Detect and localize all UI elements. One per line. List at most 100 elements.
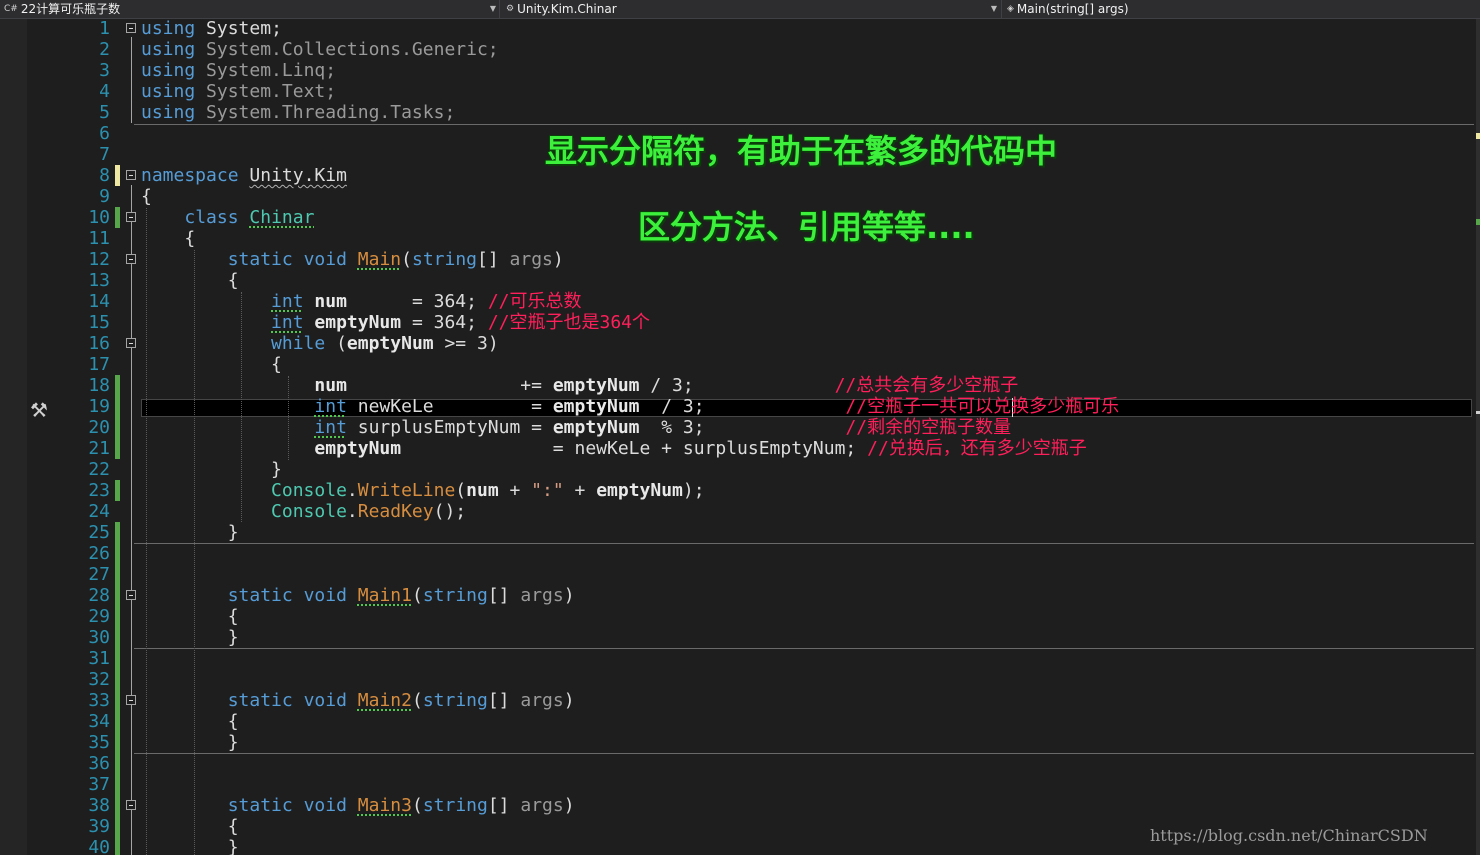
code-line[interactable]: 17 { — [0, 354, 1476, 375]
line-number: 32 — [88, 669, 110, 690]
line-number: 15 — [88, 312, 110, 333]
code-line[interactable]: 33 static void Main2(string[] args) — [0, 690, 1476, 711]
code-line[interactable]: 30 } — [0, 627, 1476, 648]
code-line[interactable]: 32 — [0, 669, 1476, 690]
code-line[interactable]: 26 — [0, 543, 1476, 564]
code-line[interactable]: 3 using System.Linq; — [0, 60, 1476, 81]
change-marker — [115, 480, 120, 501]
scroll-marker — [1476, 219, 1480, 225]
comment: //总共会有多少空瓶子 — [834, 375, 1019, 396]
change-marker — [115, 396, 120, 417]
variable: surplusEmptyNum — [682, 438, 846, 459]
keyword: string — [422, 690, 488, 711]
change-marker — [115, 753, 120, 774]
method-name: Main2 — [357, 690, 412, 711]
code-line[interactable]: 24 Console.ReadKey(); — [0, 501, 1476, 522]
member-dropdown[interactable]: ◈ Main(string[] args) — [1003, 0, 1480, 18]
variable: emptyNum — [552, 417, 640, 438]
line-number: 39 — [88, 816, 110, 837]
code-line[interactable]: 21 emptyNum = newKeLe + surplusEmptyNum;… — [0, 438, 1476, 459]
collapse-toggle[interactable] — [126, 212, 136, 222]
line-number: 6 — [99, 123, 110, 144]
change-marker — [115, 627, 120, 648]
code-line[interactable]: 1 using System; — [0, 18, 1476, 39]
code-line[interactable]: 20 int surplusEmptyNum = emptyNum % 3; /… — [0, 417, 1476, 438]
line-number: 19 — [88, 396, 110, 417]
vertical-scrollbar[interactable] — [1476, 19, 1480, 855]
csharp-project-icon: C# — [4, 4, 18, 14]
line-number: 18 — [88, 375, 110, 396]
variable: emptyNum — [596, 480, 683, 501]
collapse-toggle[interactable] — [126, 800, 136, 810]
project-dropdown[interactable]: C# 22计算可乐瓶子数 ▼ — [0, 0, 499, 18]
line-number: 10 — [88, 207, 110, 228]
namespace-ref: System.Linq — [206, 60, 326, 81]
line-number: 37 — [88, 774, 110, 795]
change-marker — [115, 417, 120, 438]
collapse-toggle[interactable] — [126, 23, 136, 33]
keyword: static — [227, 690, 293, 711]
keyword: int — [314, 396, 347, 417]
code-line[interactable]: 27 — [0, 564, 1476, 585]
number-literal: 3 — [476, 333, 488, 354]
code-line[interactable]: 5 using System.Threading.Tasks; — [0, 102, 1476, 123]
code-line[interactable]: 19 int newKeLe = emptyNum / 3; //空瓶子一共可以… — [0, 396, 1476, 417]
code-line[interactable]: 15 int emptyNum = 364; //空瓶子也是364个 — [0, 312, 1476, 333]
change-marker — [115, 207, 120, 228]
code-line[interactable]: 18 num += emptyNum / 3; //总共会有多少空瓶子 — [0, 375, 1476, 396]
change-marker — [115, 564, 120, 585]
code-line[interactable]: 23 Console.WriteLine(num + ":" + emptyNu… — [0, 480, 1476, 501]
navigation-bar: C# 22计算可乐瓶子数 ▼ ⚙ Unity.Kim.Chinar ▼ ◈ Main(… — [0, 0, 1480, 19]
change-marker — [115, 837, 120, 855]
code-line[interactable]: 25 } — [0, 522, 1476, 543]
code-line[interactable]: 28 static void Main1(string[] args) — [0, 585, 1476, 606]
change-marker — [115, 711, 120, 732]
line-number: 5 — [99, 102, 110, 123]
code-line[interactable]: 16 while (emptyNum >= 3) — [0, 333, 1476, 354]
code-line[interactable]: 2 using System.Collections.Generic; — [0, 39, 1476, 60]
keyword: int — [271, 291, 304, 312]
line-number: 29 — [88, 606, 110, 627]
code-line[interactable]: 12 static void Main(string[] args) — [0, 249, 1476, 270]
keyword: void — [303, 690, 347, 711]
code-line[interactable]: 4 using System.Text; — [0, 81, 1476, 102]
parameter: args — [520, 795, 564, 816]
method-icon: ◈ — [1007, 4, 1014, 14]
keyword: using — [141, 102, 196, 123]
keyword: int — [271, 312, 304, 333]
code-line[interactable]: 31 — [0, 648, 1476, 669]
code-line[interactable]: 35 } — [0, 732, 1476, 753]
collapse-toggle[interactable] — [126, 170, 136, 180]
chevron-down-icon: ▼ — [489, 4, 496, 13]
comment: //剩余的空瓶子数量 — [845, 417, 1012, 438]
keyword: void — [303, 585, 347, 606]
project-name: 22计算可乐瓶子数 — [20, 2, 121, 16]
code-line[interactable]: 13 { — [0, 270, 1476, 291]
collapse-toggle[interactable] — [126, 254, 136, 264]
line-number: 8 — [99, 165, 110, 186]
collapse-toggle[interactable] — [126, 338, 136, 348]
keyword: string — [422, 585, 488, 606]
comment: //空瓶子一共可以兑换多少瓶可乐 — [845, 396, 1120, 417]
collapse-toggle[interactable] — [126, 695, 136, 705]
variable: emptyNum — [314, 438, 402, 459]
keyword: string — [411, 249, 478, 270]
code-line[interactable]: 34 { — [0, 711, 1476, 732]
code-line[interactable]: 14 int num = 364; //可乐总数 — [0, 291, 1476, 312]
line-number: 12 — [88, 249, 110, 270]
line-number: 2 — [99, 39, 110, 60]
collapse-toggle[interactable] — [126, 590, 136, 600]
member-name: Main(string[] args) — [1016, 2, 1129, 16]
code-line[interactable]: 22 } — [0, 459, 1476, 480]
code-line[interactable]: 38 static void Main3(string[] args) — [0, 795, 1476, 816]
code-line[interactable]: 29 { — [0, 606, 1476, 627]
line-number: 17 — [88, 354, 110, 375]
keyword: using — [141, 39, 196, 60]
comment: //空瓶子也是364个 — [487, 312, 651, 333]
code-line[interactable]: 37 — [0, 774, 1476, 795]
keyword: while — [271, 333, 326, 354]
class-dropdown[interactable]: ⚙ Unity.Kim.Chinar ▼ — [502, 0, 1000, 18]
number-literal: 3 — [672, 375, 683, 396]
chevron-down-icon: ▼ — [990, 4, 997, 13]
code-line[interactable]: 36 — [0, 753, 1476, 774]
